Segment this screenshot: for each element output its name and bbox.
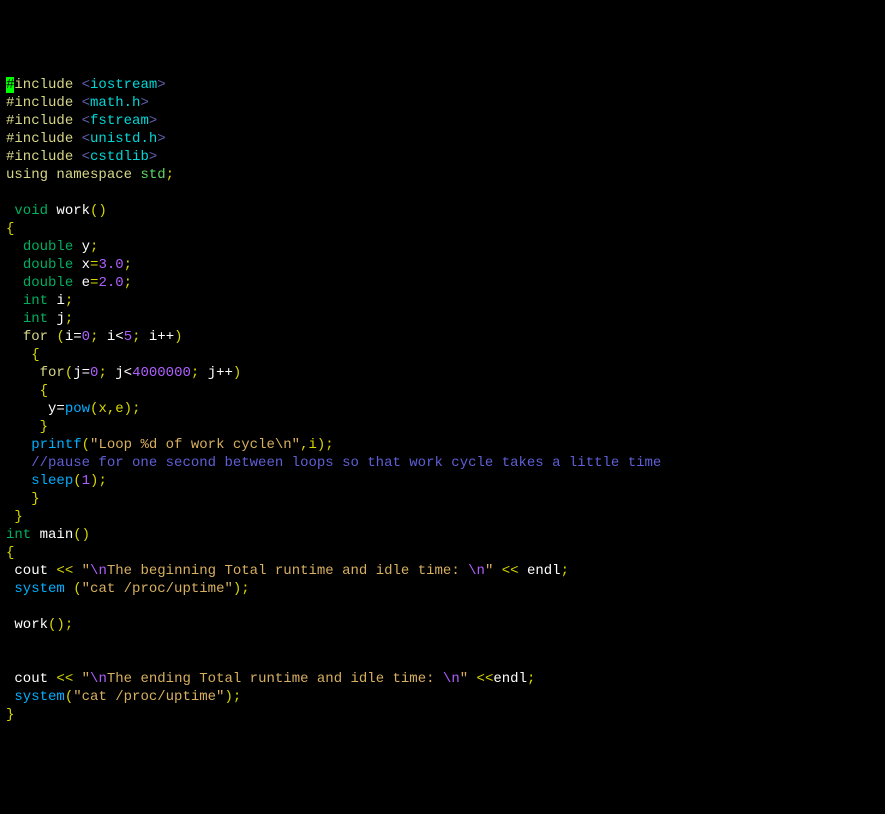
string: "Loop %d of work cycle\n" — [90, 437, 300, 453]
angle-open: < — [82, 77, 90, 93]
var: y — [82, 239, 90, 255]
type-kw: double — [23, 239, 73, 255]
code-line: { — [6, 544, 879, 562]
type-kw: void — [14, 203, 48, 219]
blank-line — [6, 184, 879, 202]
for-kw: for — [40, 365, 65, 381]
include-directive: include — [14, 113, 73, 129]
string: "cat /proc/uptime" — [73, 689, 224, 705]
include-directive: include — [14, 149, 73, 165]
header-name: unistd.h — [90, 131, 157, 147]
header-name: fstream — [90, 113, 149, 129]
var: e — [82, 275, 90, 291]
code-line: { — [6, 382, 879, 400]
escape: \n — [90, 563, 107, 579]
include-directive: include — [14, 95, 73, 111]
type-kw: double — [23, 275, 73, 291]
function-call: system — [14, 689, 64, 705]
number: 2.0 — [98, 275, 123, 291]
type-kw: int — [23, 293, 48, 309]
namespace-name: std — [140, 167, 165, 183]
code-line: { — [6, 346, 879, 364]
include-directive: include — [14, 77, 73, 93]
function-name: work — [56, 203, 90, 219]
code-line: system("cat /proc/uptime"); — [6, 688, 879, 706]
code-line: double x=3.0; — [6, 256, 879, 274]
stream: cout — [14, 671, 48, 687]
number: 4000000 — [132, 365, 191, 381]
code-line: } — [6, 418, 879, 436]
code-line: } — [6, 508, 879, 526]
blank-line — [6, 652, 879, 670]
code-line: #include <unistd.h> — [6, 130, 879, 148]
var: x — [82, 257, 90, 273]
code-line: double y; — [6, 238, 879, 256]
function-call: work — [14, 617, 48, 633]
function-call: sleep — [31, 473, 73, 489]
type-kw: double — [23, 257, 73, 273]
namespace-kw: namespace — [56, 167, 132, 183]
code-line: #include <math.h> — [6, 94, 879, 112]
code-line: y=pow(x,e); — [6, 400, 879, 418]
function-name: main — [40, 527, 74, 543]
code-line: int j; — [6, 310, 879, 328]
number: 5 — [124, 329, 132, 345]
var: j — [56, 311, 64, 327]
number: 0 — [82, 329, 90, 345]
string: The ending Total runtime and idle time: — [107, 671, 443, 687]
include-directive: include — [14, 131, 73, 147]
code-line: double e=2.0; — [6, 274, 879, 292]
code-line: cout << "\nThe ending Total runtime and … — [6, 670, 879, 688]
function-call: printf — [31, 437, 81, 453]
function-call: system — [14, 581, 64, 597]
code-line: #include <fstream> — [6, 112, 879, 130]
type-kw: int — [6, 527, 31, 543]
header-name: cstdlib — [90, 149, 149, 165]
string: The beginning Total runtime and idle tim… — [107, 563, 468, 579]
comment: //pause for one second between loops so … — [31, 455, 661, 471]
code-line: void work() — [6, 202, 879, 220]
code-line: #include <iostream> — [6, 76, 879, 94]
blank-line — [6, 598, 879, 616]
function-call: pow — [65, 401, 90, 417]
code-line: work(); — [6, 616, 879, 634]
number: 1 — [82, 473, 90, 489]
stream: cout — [14, 563, 48, 579]
code-line: #include <cstdlib> — [6, 148, 879, 166]
blank-line — [6, 634, 879, 652]
code-line: for(j=0; j<4000000; j++) — [6, 364, 879, 382]
code-line: } — [6, 706, 879, 724]
angle-close: > — [157, 77, 165, 93]
code-line: //pause for one second between loops so … — [6, 454, 879, 472]
code-line: int main() — [6, 526, 879, 544]
using-kw: using — [6, 167, 48, 183]
string: "cat /proc/uptime" — [82, 581, 233, 597]
number: 3.0 — [98, 257, 123, 273]
code-line: using namespace std; — [6, 166, 879, 184]
code-line: printf("Loop %d of work cycle\n",i); — [6, 436, 879, 454]
for-kw: for — [23, 329, 48, 345]
endl: endl — [527, 563, 561, 579]
code-line: system ("cat /proc/uptime"); — [6, 580, 879, 598]
endl: endl — [493, 671, 527, 687]
code-line: { — [6, 220, 879, 238]
header-name: iostream — [90, 77, 157, 93]
var: i — [56, 293, 64, 309]
code-line: cout << "\nThe beginning Total runtime a… — [6, 562, 879, 580]
type-kw: int — [23, 311, 48, 327]
code-line: int i; — [6, 292, 879, 310]
code-line: } — [6, 490, 879, 508]
code-line: sleep(1); — [6, 472, 879, 490]
code-line: for (i=0; i<5; i++) — [6, 328, 879, 346]
header-name: math.h — [90, 95, 140, 111]
